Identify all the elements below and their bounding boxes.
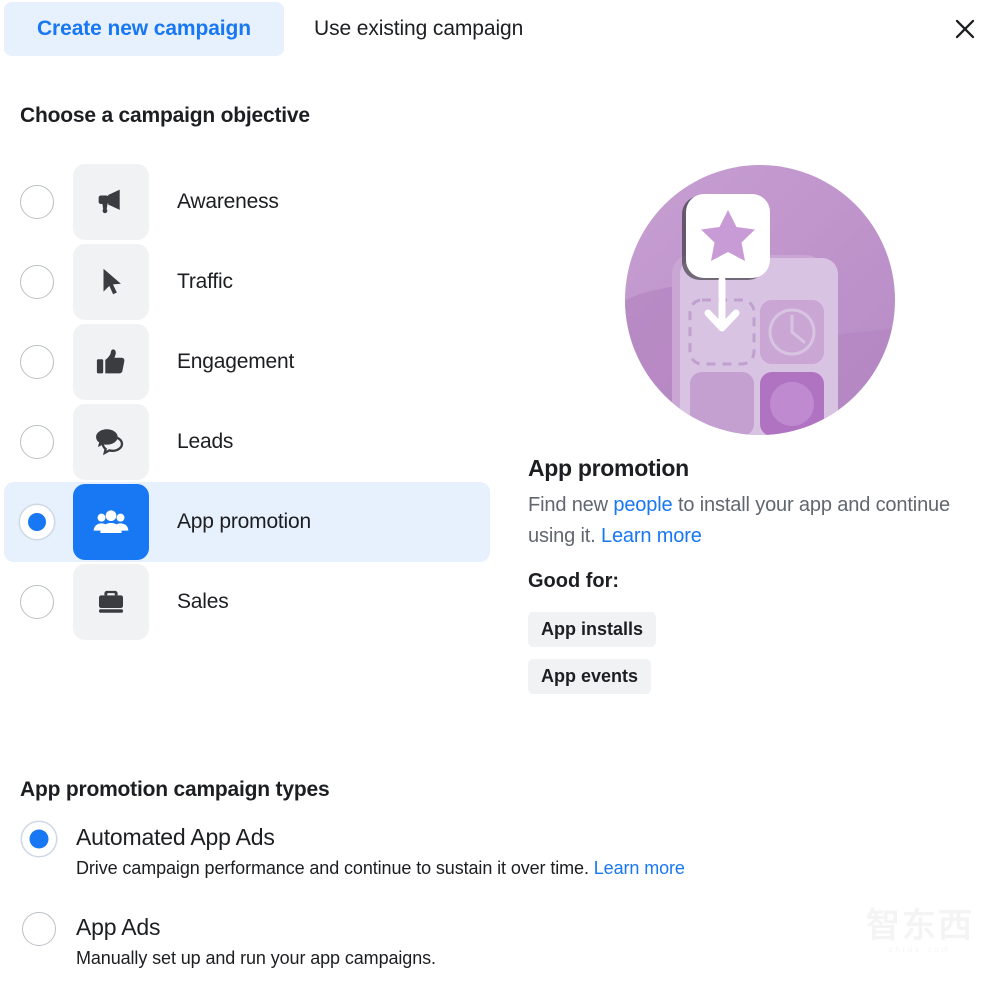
speech-bubbles-icon (95, 428, 123, 455)
briefcase-icon (99, 590, 123, 613)
tab-use-existing-campaign[interactable]: Use existing campaign (296, 2, 572, 56)
objective-icon-tile-engagement (73, 324, 149, 400)
good-for-label: Good for: (528, 570, 620, 592)
close-icon (955, 19, 975, 39)
objective-radio-traffic[interactable] (20, 265, 54, 299)
tab-create-new-campaign[interactable]: Create new campaign (4, 2, 284, 56)
close-button[interactable] (946, 10, 984, 48)
objective-radio-leads[interactable] (20, 425, 54, 459)
people-group-icon (93, 510, 129, 533)
objective-radio-engagement[interactable] (20, 345, 54, 379)
campaign-objective-dialog: Create new campaign Use existing campaig… (0, 0, 1000, 985)
illustration-wrapper (620, 160, 900, 440)
detail-title: App promotion (528, 455, 689, 481)
objective-icon-tile-sales (73, 564, 149, 640)
watermark-text: 智东西 (866, 906, 974, 945)
objective-radio-app-promotion[interactable] (20, 505, 54, 539)
detail-desc-part1: Find new (528, 494, 614, 516)
campaign-type-label-automated-app-ads[interactable]: Automated App Ads (76, 820, 820, 854)
objective-list: Awareness Traffic Engagement Leads App p… (4, 162, 490, 642)
thumbs-up-icon (96, 349, 125, 374)
campaign-type-label-app-ads[interactable]: App Ads (76, 910, 820, 944)
objective-row-traffic[interactable]: Traffic (4, 242, 490, 322)
campaign-type-desc-app-ads: Manually set up and run your app campaig… (76, 948, 436, 968)
campaign-type-desc-automated-app-ads: Drive campaign performance and continue … (76, 854, 820, 882)
tab-use-existing-campaign-label: Use existing campaign (314, 17, 524, 40)
watermark-subtext: zhidx.com (888, 944, 952, 954)
megaphone-icon (98, 189, 120, 214)
watermark-logo: 智东西 zhidx.com (856, 897, 984, 963)
objective-label-engagement: Engagement (177, 350, 295, 373)
objective-icon-tile-traffic (73, 244, 149, 320)
learn-more-link[interactable]: Learn more (601, 525, 702, 547)
app-install-illustration (625, 165, 895, 435)
objective-label-sales: Sales (177, 590, 229, 613)
campaign-type-row-app-ads[interactable]: App Ads Manually set up and run your app… (20, 910, 820, 972)
objective-label-app-promotion: App promotion (177, 510, 311, 533)
objective-radio-sales[interactable] (20, 585, 54, 619)
cursor-arrow-icon (103, 268, 121, 295)
campaign-types-list: Automated App Ads Drive campaign perform… (20, 820, 820, 985)
chip-app-installs: App installs (528, 612, 657, 647)
objective-icon-tile-app-promotion (73, 484, 149, 560)
campaign-type-radio-automated-app-ads[interactable] (22, 822, 56, 856)
objective-row-engagement[interactable]: Engagement (4, 322, 490, 402)
campaign-type-row-automated-app-ads[interactable]: Automated App Ads Drive campaign perform… (20, 820, 820, 882)
objective-label-traffic: Traffic (177, 270, 233, 293)
objective-icon-tile-awareness (73, 164, 149, 240)
good-for-chips: App installs App events (528, 612, 657, 706)
campaign-types-title: App promotion campaign types (20, 778, 330, 801)
objective-row-sales[interactable]: Sales (4, 562, 490, 642)
objective-radio-awareness[interactable] (20, 185, 54, 219)
page-title: Choose a campaign objective (20, 104, 310, 127)
detail-description: Find new people to install your app and … (528, 490, 956, 552)
objective-row-leads[interactable]: Leads (4, 402, 490, 482)
objective-detail-panel: App promotion Find new people to install… (515, 160, 985, 694)
chip-app-events: App events (528, 659, 652, 694)
campaign-type-learn-more-link[interactable]: Learn more (594, 858, 685, 878)
objective-label-leads: Leads (177, 430, 234, 453)
objective-icon-tile-leads (73, 404, 149, 480)
tab-bar: Create new campaign Use existing campaig… (0, 0, 1000, 60)
objective-row-app-promotion[interactable]: App promotion (4, 482, 490, 562)
campaign-type-desc-text-automated: Drive campaign performance and continue … (76, 858, 594, 878)
people-link[interactable]: people (613, 494, 672, 516)
objective-row-awareness[interactable]: Awareness (4, 162, 490, 242)
objective-label-awareness: Awareness (177, 190, 279, 213)
tab-create-new-campaign-label: Create new campaign (36, 17, 251, 40)
campaign-type-radio-app-ads[interactable] (22, 912, 56, 946)
